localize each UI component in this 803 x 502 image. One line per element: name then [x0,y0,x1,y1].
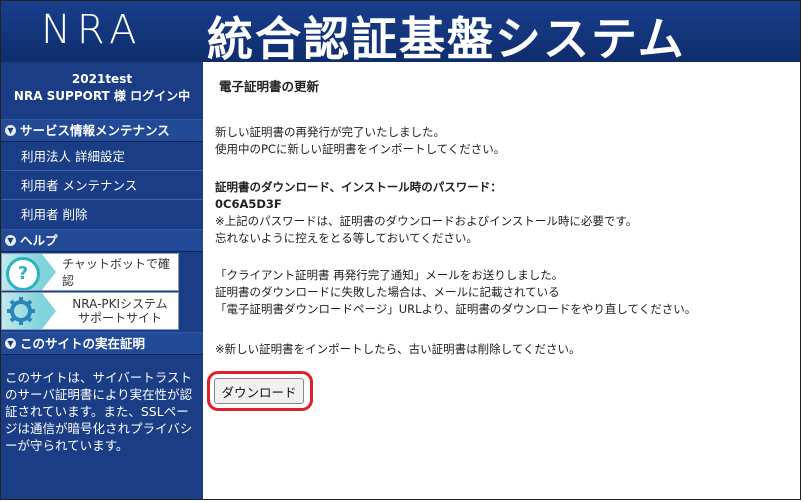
sidebar: 2021test NRA SUPPORT 様 ログイン中 ▼ サービス情報メンテ… [1,62,203,499]
password-value: 0C6A5D3F [215,197,282,211]
nra-logo[interactable]: NRA [41,7,142,53]
page-frame: NRA 統合認証基盤システム 2021test NRA SUPPORT 様 ログ… [0,0,801,500]
support-site-banner[interactable]: NRA-PKIシステム サポートサイト [1,292,179,330]
section-label: このサイトの実在証明 [20,335,146,351]
section-label: サービス情報メンテナンス [20,122,170,138]
mail-notice-line2: 証明書のダウンロードに失敗した場合は、メールに記載されている [215,285,560,299]
login-info: 2021test NRA SUPPORT 様 ログイン中 [1,62,203,119]
system-title: 統合認証基盤システム [207,12,686,66]
section-site-verification[interactable]: ▼ このサイトの実在証明 [1,332,203,355]
support-site-label: NRA-PKIシステム サポートサイト [64,293,176,329]
banner-arrow [42,293,56,329]
gear-icon [7,297,35,325]
question-icon: ? [6,257,40,290]
completion-message-line2: 使用中のPCに新しい証明書をインポートしてください。 [215,142,506,156]
support-line2: サポートサイト [77,311,162,325]
chevron-down-icon: ▼ [5,235,16,246]
delete-old-cert-note: ※新しい証明書をインポートしたら、古い証明書は削除してください。 [215,342,581,356]
mail-notice-line3: 「電子証明書ダウンロードページ」URLより、証明書のダウンロードをやり直してくだ… [215,302,697,316]
menu-item-corporate-settings[interactable]: 利用法人 詳細設定 [1,142,203,171]
site-verification-text: このサイトは、サイバートラストのサーバ証明書により実在性が認証されています。また… [5,370,193,453]
chatbot-banner[interactable]: ? チャットボットで確認 [1,253,179,291]
section-help[interactable]: ▼ ヘルプ [1,229,203,252]
section-service-maintenance[interactable]: ▼ サービス情報メンテナンス [1,119,203,142]
chevron-down-icon: ▼ [5,338,16,349]
banner-arrow [42,254,56,290]
section-label: ヘルプ [20,232,58,248]
page-title: 電子証明書の更新 [219,79,320,94]
menu-item-user-maintenance[interactable]: 利用者 メンテナンス [1,171,203,200]
support-line1: NRA-PKIシステム [72,297,168,311]
completion-message-line1: 新しい証明書の再発行が完了いたしました。 [215,125,445,139]
password-label: 証明書のダウンロード、インストール時のパスワード： [215,180,502,194]
chevron-down-icon: ▼ [5,125,16,136]
main-content: 電子証明書の更新 新しい証明書の再発行が完了いたしました。 使用中のPCに新しい… [203,62,800,499]
password-note-line1: ※上記のパスワードは、証明書のダウンロードおよびインストール時に必要です。 [215,214,638,228]
login-status: NRA SUPPORT 様 ログイン中 [13,89,191,103]
chatbot-label: チャットボットで確認 [62,257,170,288]
password-note-line2: 忘れないように控えをとる等しておいてください。 [215,231,478,245]
tenant-name: 2021test [71,72,133,86]
menu-item-user-delete[interactable]: 利用者 削除 [1,200,203,229]
download-button[interactable]: ダウンロード [214,378,304,404]
header: NRA 統合認証基盤システム [1,1,800,66]
mail-notice-line1: 「クライアント証明書 再発行完了通知」メールをお送りしました。 [215,268,564,282]
